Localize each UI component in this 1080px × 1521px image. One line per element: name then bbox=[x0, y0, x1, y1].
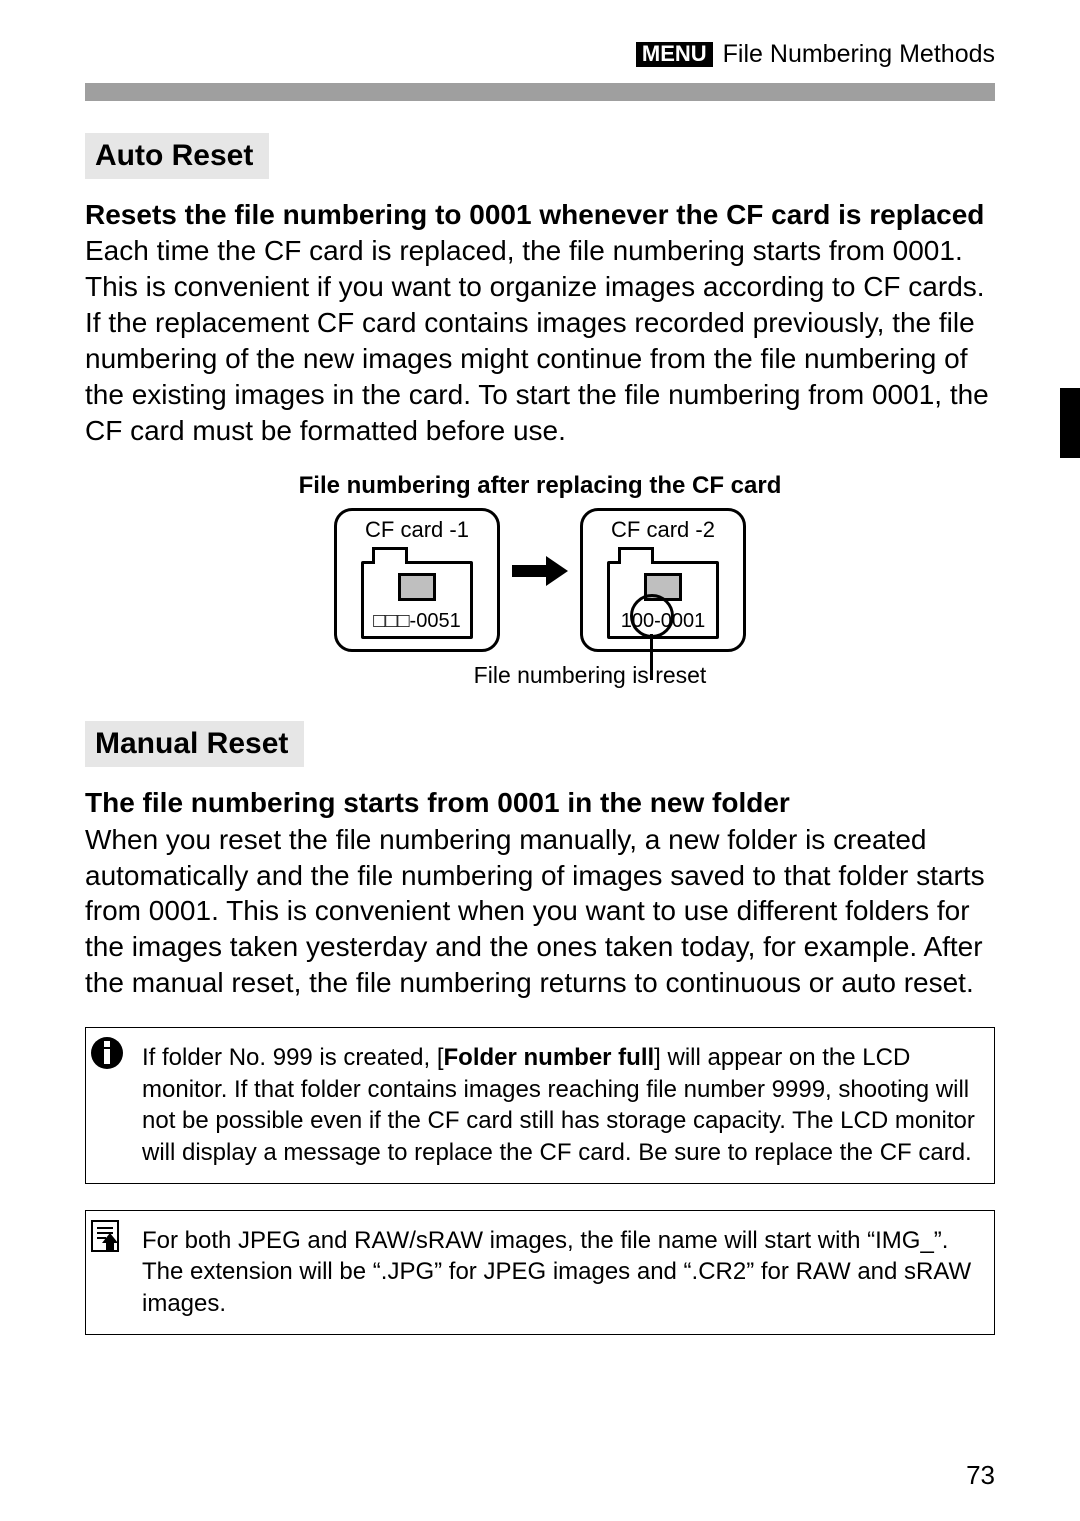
page-header-title: File Numbering Methods bbox=[723, 40, 995, 69]
tip-note: For both JPEG and RAW/sRAW images, the f… bbox=[85, 1210, 995, 1335]
content-area: MENU File Numbering Methods Auto Reset R… bbox=[85, 40, 995, 1461]
callout-line bbox=[650, 634, 653, 680]
note-document-icon bbox=[90, 1219, 124, 1253]
auto-reset-body: Each time the CF card is replaced, the f… bbox=[85, 233, 995, 448]
info-icon bbox=[90, 1036, 124, 1070]
image-thumbnail-icon bbox=[644, 573, 682, 601]
warning-note-bold: Folder number full bbox=[444, 1044, 655, 1071]
cf-card-1-file: □□□-0051 bbox=[364, 610, 470, 633]
cf-card-1: CF card -1 □□□-0051 bbox=[334, 508, 500, 652]
section-heading-auto-reset: Auto Reset bbox=[85, 133, 269, 179]
warning-note-pre: If folder No. 999 is created, [ bbox=[142, 1044, 444, 1071]
edge-tab bbox=[1060, 388, 1080, 458]
folder-icon: □□□-0051 bbox=[361, 561, 473, 639]
cf-card-2-file: 100-0001 bbox=[610, 610, 716, 633]
diagram-caption: File numbering is reset bbox=[330, 662, 750, 689]
header-divider bbox=[85, 83, 995, 101]
arrow-right-icon bbox=[512, 556, 568, 586]
warning-note: If folder No. 999 is created, [Folder nu… bbox=[85, 1027, 995, 1184]
auto-reset-lead: Resets the file numbering to 0001 whenev… bbox=[85, 197, 995, 233]
image-thumbnail-icon bbox=[398, 573, 436, 601]
manual-reset-body: When you reset the file numbering manual… bbox=[85, 822, 995, 1001]
cf-card-2-label: CF card -2 bbox=[583, 517, 743, 543]
section-heading-manual-reset: Manual Reset bbox=[85, 721, 304, 767]
cf-card-1-label: CF card -1 bbox=[337, 517, 497, 543]
diagram-title: File numbering after replacing the CF ca… bbox=[85, 472, 995, 500]
folder-icon: 100-0001 bbox=[607, 561, 719, 639]
warning-note-text: If folder No. 999 is created, [Folder nu… bbox=[142, 1044, 975, 1166]
cf-card-2: CF card -2 100-0001 bbox=[580, 508, 746, 652]
manual-page: MENU File Numbering Methods Auto Reset R… bbox=[0, 0, 1080, 1521]
page-number: 73 bbox=[966, 1460, 995, 1491]
menu-badge: MENU bbox=[636, 42, 713, 67]
diagram: CF card -1 □□□-0051 CF card -2 100-0001 bbox=[330, 508, 750, 689]
manual-reset-lead: The file numbering starts from 0001 in t… bbox=[85, 785, 995, 821]
page-header: MENU File Numbering Methods bbox=[85, 40, 995, 69]
tip-note-text: For both JPEG and RAW/sRAW images, the f… bbox=[142, 1227, 971, 1317]
